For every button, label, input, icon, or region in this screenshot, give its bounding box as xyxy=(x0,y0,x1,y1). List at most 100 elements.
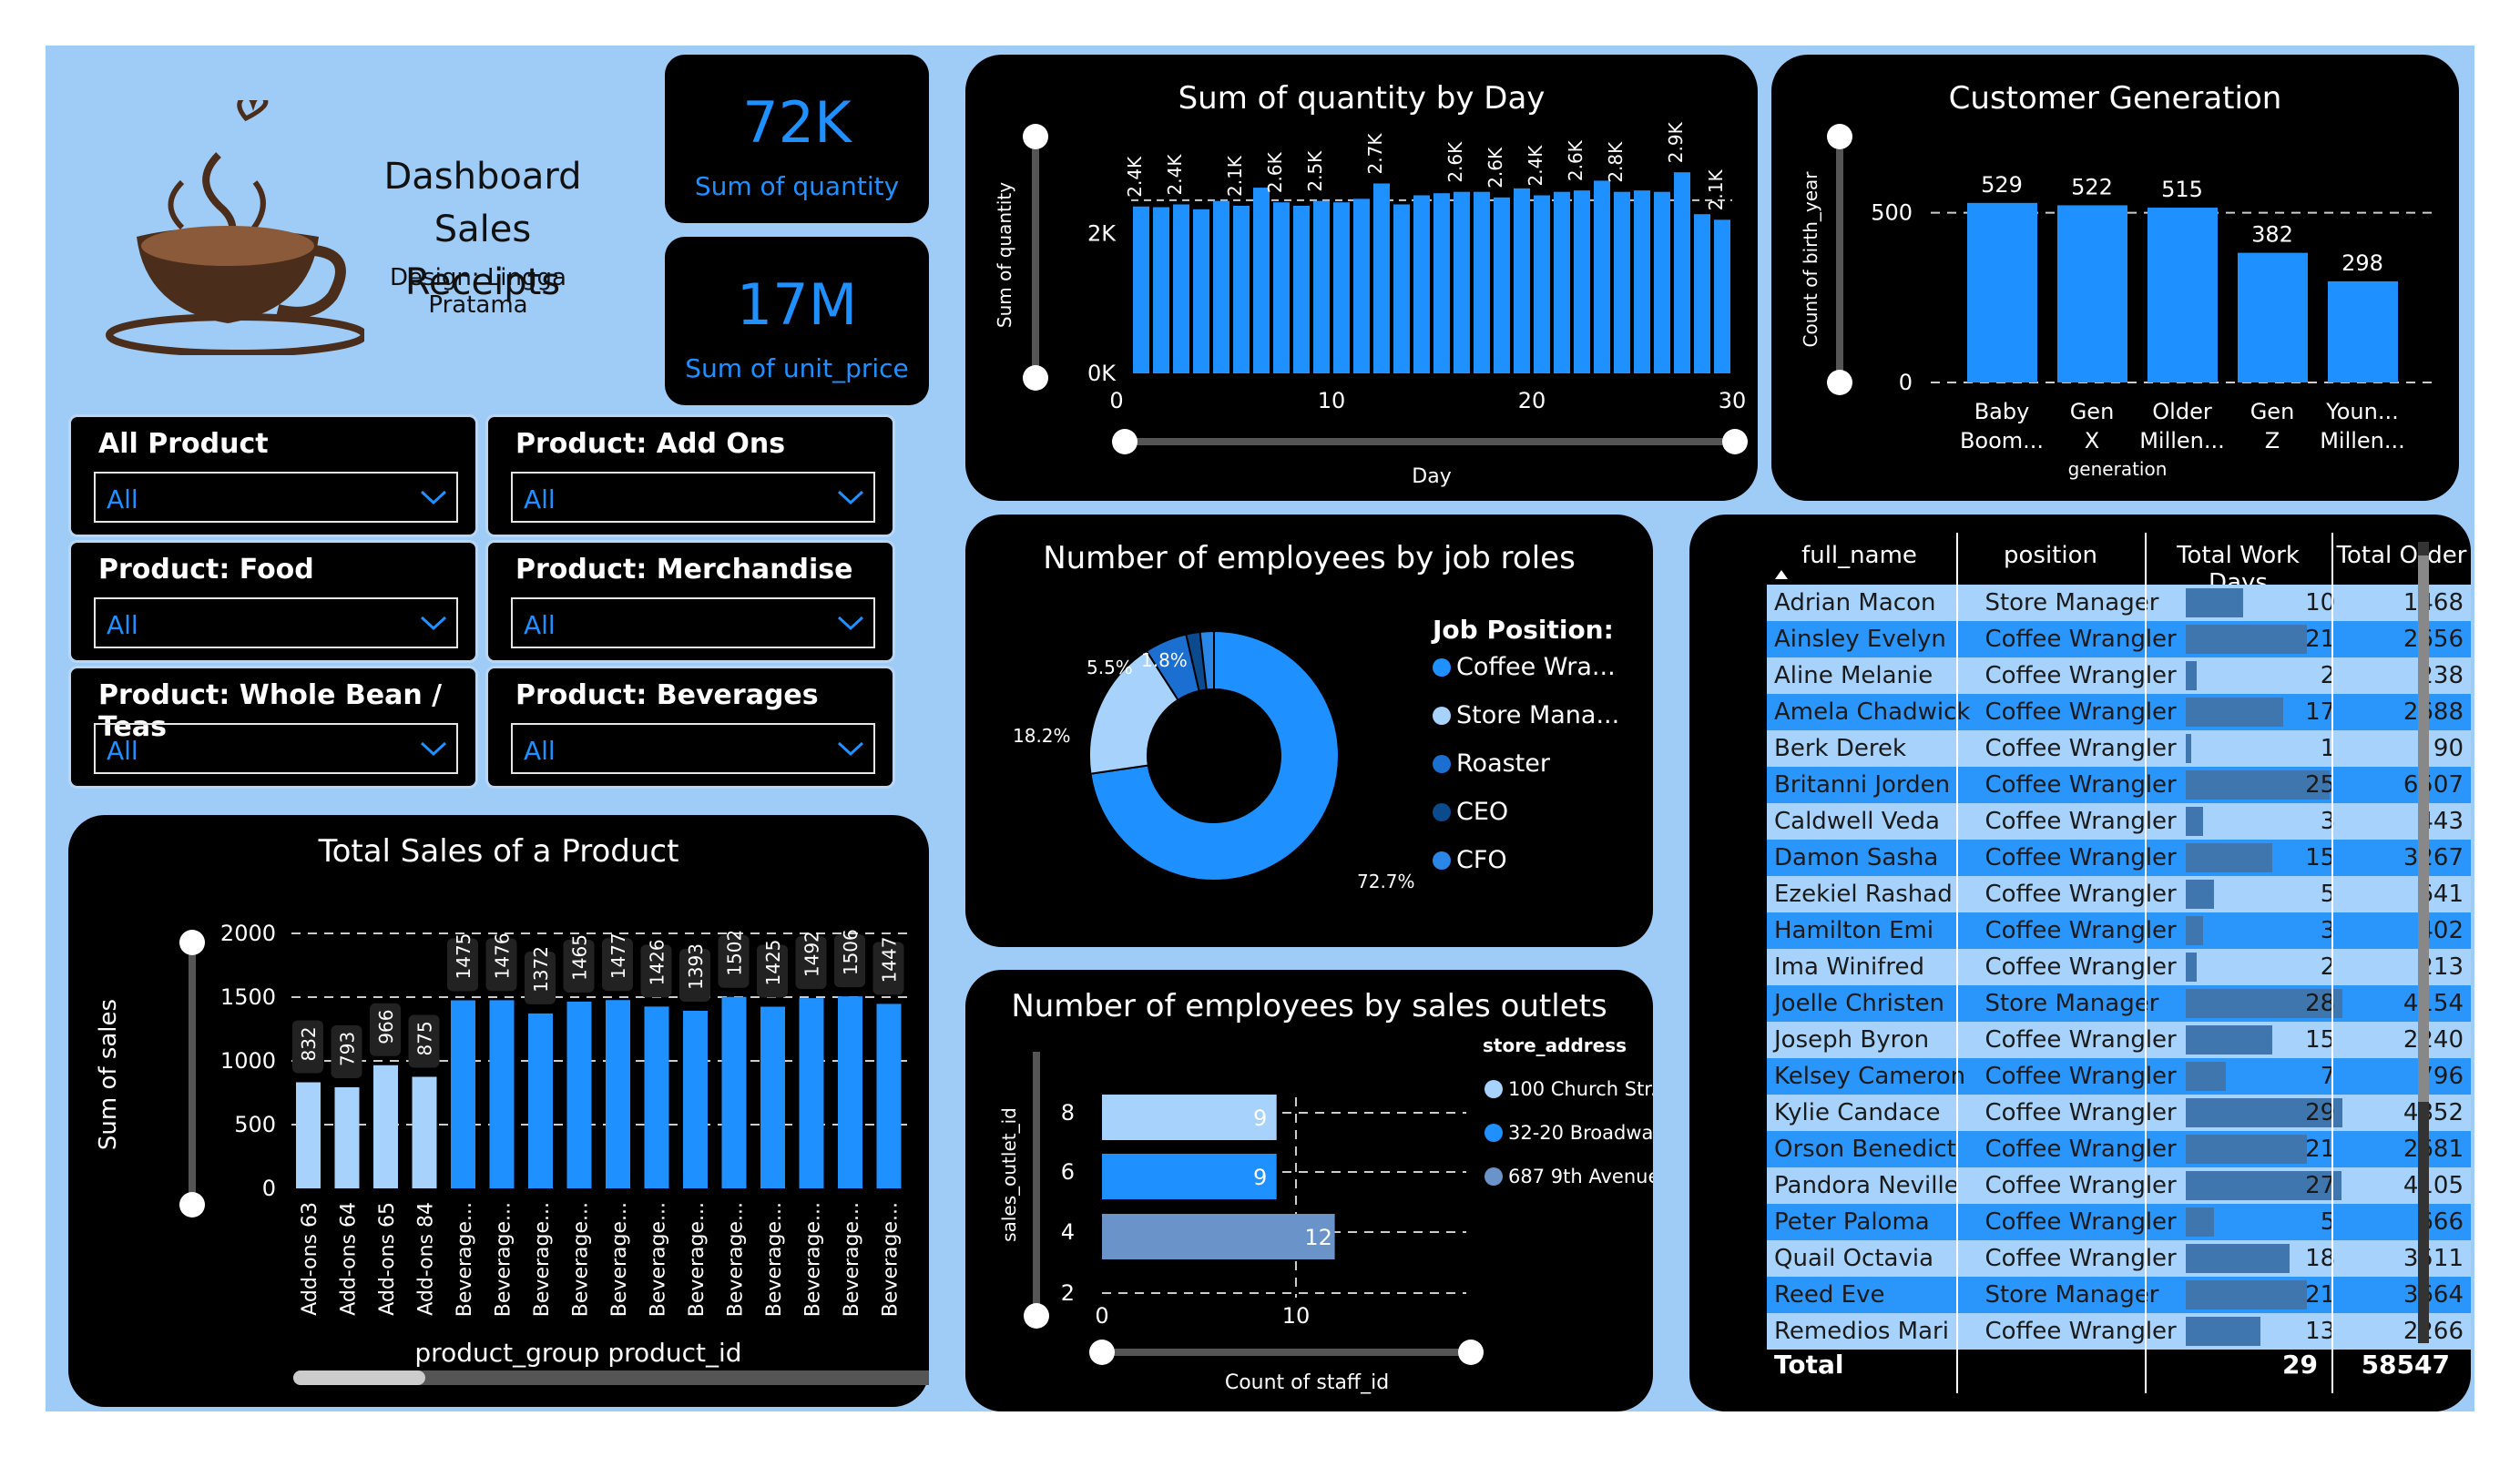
slider-handle[interactable] xyxy=(179,930,205,955)
day-bar[interactable] xyxy=(1353,199,1370,373)
day-bar[interactable] xyxy=(1293,206,1310,373)
legend-item[interactable]: CFO xyxy=(1433,846,1507,874)
product-bar[interactable] xyxy=(373,1065,398,1188)
outlet-bar[interactable] xyxy=(1102,1154,1277,1199)
legend-item[interactable]: Store Mana... xyxy=(1433,701,1619,729)
table-row[interactable]: Joseph Byron Coffee Wrangler 15 2240 xyxy=(1767,1022,2471,1058)
generation-bar[interactable] xyxy=(2238,252,2308,382)
day-bar[interactable] xyxy=(1233,206,1250,373)
product-bar[interactable] xyxy=(721,996,747,1188)
day-bar[interactable] xyxy=(1333,202,1350,373)
column-header[interactable]: position xyxy=(1956,542,2145,569)
slider-handle[interactable] xyxy=(1089,1340,1115,1365)
generation-bar[interactable] xyxy=(1967,202,2037,382)
scrollbar-thumb[interactable] xyxy=(293,1370,425,1385)
kpi-card-unit-price[interactable]: 17M Sum of unit_price xyxy=(665,237,929,405)
product-bar[interactable] xyxy=(566,1001,592,1188)
product-bar[interactable] xyxy=(489,1000,515,1188)
table-row[interactable]: Remedios Mari Coffee Wrangler 13 2266 xyxy=(1767,1313,2471,1350)
slicer-1[interactable]: All Product All xyxy=(68,414,478,537)
product-bar[interactable] xyxy=(412,1076,437,1189)
day-bar[interactable] xyxy=(1534,195,1550,374)
table-row[interactable]: Reed Eve Store Manager 21 3664 xyxy=(1767,1277,2471,1313)
table-row[interactable]: Caldwell Veda Coffee Wrangler 3 443 xyxy=(1767,803,2471,840)
table-row[interactable]: Britanni Jorden Coffee Wrangler 25 6507 xyxy=(1767,767,2471,803)
table-row[interactable]: Adrian Macon Store Manager 10 1468 xyxy=(1767,585,2471,621)
day-bar[interactable] xyxy=(1454,191,1470,373)
generation-bar[interactable] xyxy=(2057,205,2127,382)
generation-bar[interactable] xyxy=(2148,208,2218,382)
slicer-dropdown[interactable]: All xyxy=(511,597,875,648)
day-bar[interactable] xyxy=(1393,204,1410,373)
slicer-2[interactable]: Product: Add Ons All xyxy=(485,414,895,537)
day-bar[interactable] xyxy=(1494,197,1510,373)
day-bar[interactable] xyxy=(1674,172,1690,373)
column-header[interactable]: full_name xyxy=(1762,542,1956,569)
product-bar[interactable] xyxy=(838,996,862,1188)
day-bar[interactable] xyxy=(1574,190,1590,373)
employee-table[interactable]: Adrian Macon Store Manager 10 1468 Ainsley E… xyxy=(1767,585,2471,1350)
slicer-dropdown[interactable]: All xyxy=(94,597,458,648)
slider-handle[interactable] xyxy=(1023,365,1048,391)
product-bar[interactable] xyxy=(683,1010,708,1188)
day-bar[interactable] xyxy=(1173,204,1189,373)
generation-bar[interactable] xyxy=(2328,280,2398,382)
table-row[interactable]: Ima Winifred Coffee Wrangler 2 213 xyxy=(1767,949,2471,985)
slider-handle[interactable] xyxy=(1458,1340,1484,1365)
table-row[interactable]: Amela Chadwick Coffee Wrangler 17 2688 xyxy=(1767,694,2471,730)
table-row[interactable]: Kylie Candace Coffee Wrangler 29 4852 xyxy=(1767,1095,2471,1131)
slicer-dropdown[interactable]: All xyxy=(511,723,875,774)
table-row[interactable]: Orson Benedict Coffee Wrangler 21 2681 xyxy=(1767,1131,2471,1167)
day-bar[interactable] xyxy=(1433,193,1450,373)
slider-handle[interactable] xyxy=(1024,1303,1049,1329)
day-bar[interactable] xyxy=(1373,183,1390,373)
slider-handle[interactable] xyxy=(1112,429,1138,454)
slicer-dropdown[interactable]: All xyxy=(94,472,458,523)
day-bar[interactable] xyxy=(1474,191,1490,373)
product-bar[interactable] xyxy=(799,998,824,1188)
slicer-3[interactable]: Product: Food All xyxy=(68,540,478,663)
table-row[interactable]: Berk Derek Coffee Wrangler 1 90 xyxy=(1767,730,2471,767)
legend-item[interactable]: CEO xyxy=(1433,798,1508,826)
day-bar[interactable] xyxy=(1153,207,1169,373)
day-bar[interactable] xyxy=(1594,180,1610,373)
table-row[interactable]: Peter Paloma Coffee Wrangler 5 666 xyxy=(1767,1204,2471,1240)
day-bar[interactable] xyxy=(1694,214,1710,373)
outlet-bar[interactable] xyxy=(1102,1095,1277,1140)
day-bar[interactable] xyxy=(1714,219,1730,373)
day-bar[interactable] xyxy=(1253,188,1270,373)
slider-handle[interactable] xyxy=(1023,124,1048,149)
table-row[interactable]: Joelle Christen Store Manager 28 4154 xyxy=(1767,985,2471,1022)
slider-handle[interactable] xyxy=(1827,370,1852,395)
generation-card[interactable]: Customer Generation Count of birth_year 5… xyxy=(1771,55,2459,501)
table-row[interactable]: Ainsley Evelyn Coffee Wrangler 21 2656 xyxy=(1767,621,2471,657)
product-sales-card[interactable]: Total Sales of a Product Sum of sales 0 50… xyxy=(68,815,929,1407)
slicer-6[interactable]: Product: Beverages All xyxy=(485,666,895,789)
outlet-bar[interactable] xyxy=(1102,1214,1335,1259)
slicer-4[interactable]: Product: Merchandise All xyxy=(485,540,895,663)
product-bar[interactable] xyxy=(334,1086,360,1188)
legend-item[interactable]: Coffee Wra... xyxy=(1433,653,1616,681)
day-bar[interactable] xyxy=(1413,195,1430,374)
day-bar[interactable] xyxy=(1514,188,1530,373)
day-bar[interactable] xyxy=(1213,200,1229,373)
slider-handle[interactable] xyxy=(1827,124,1852,149)
day-bar[interactable] xyxy=(1554,191,1570,373)
table-row[interactable]: Aline Melanie Coffee Wrangler 2 238 xyxy=(1767,657,2471,694)
day-bar[interactable] xyxy=(1133,206,1149,373)
job-roles-card[interactable]: Number of employees by job roles 72.7% 18… xyxy=(965,515,1653,947)
kpi-card-quantity[interactable]: 72K Sum of quantity xyxy=(665,55,929,223)
product-bar[interactable] xyxy=(528,1013,553,1188)
legend-label[interactable]: 687 9th Avenue xyxy=(1508,1166,1653,1187)
sort-ascending-icon[interactable] xyxy=(1774,569,1789,580)
table-row[interactable]: Hamilton Emi Coffee Wrangler 3 402 xyxy=(1767,912,2471,949)
slider-handle[interactable] xyxy=(1722,429,1748,454)
product-bar[interactable] xyxy=(876,1004,902,1188)
legend-label[interactable]: 100 Church Str... xyxy=(1508,1078,1653,1100)
day-bar[interactable] xyxy=(1614,191,1630,373)
table-row[interactable]: Pandora Neville Coffee Wrangler 27 4105 xyxy=(1767,1167,2471,1204)
qty-by-day-card[interactable]: Sum of quantity by Day Sum of quantity Da… xyxy=(965,55,1758,501)
legend-item[interactable]: Roaster xyxy=(1433,749,1550,778)
table-row[interactable]: Ezekiel Rashad Coffee Wrangler 5 641 xyxy=(1767,876,2471,912)
outlets-card[interactable]: Number of employees by sales outlets sal… xyxy=(965,970,1653,1411)
